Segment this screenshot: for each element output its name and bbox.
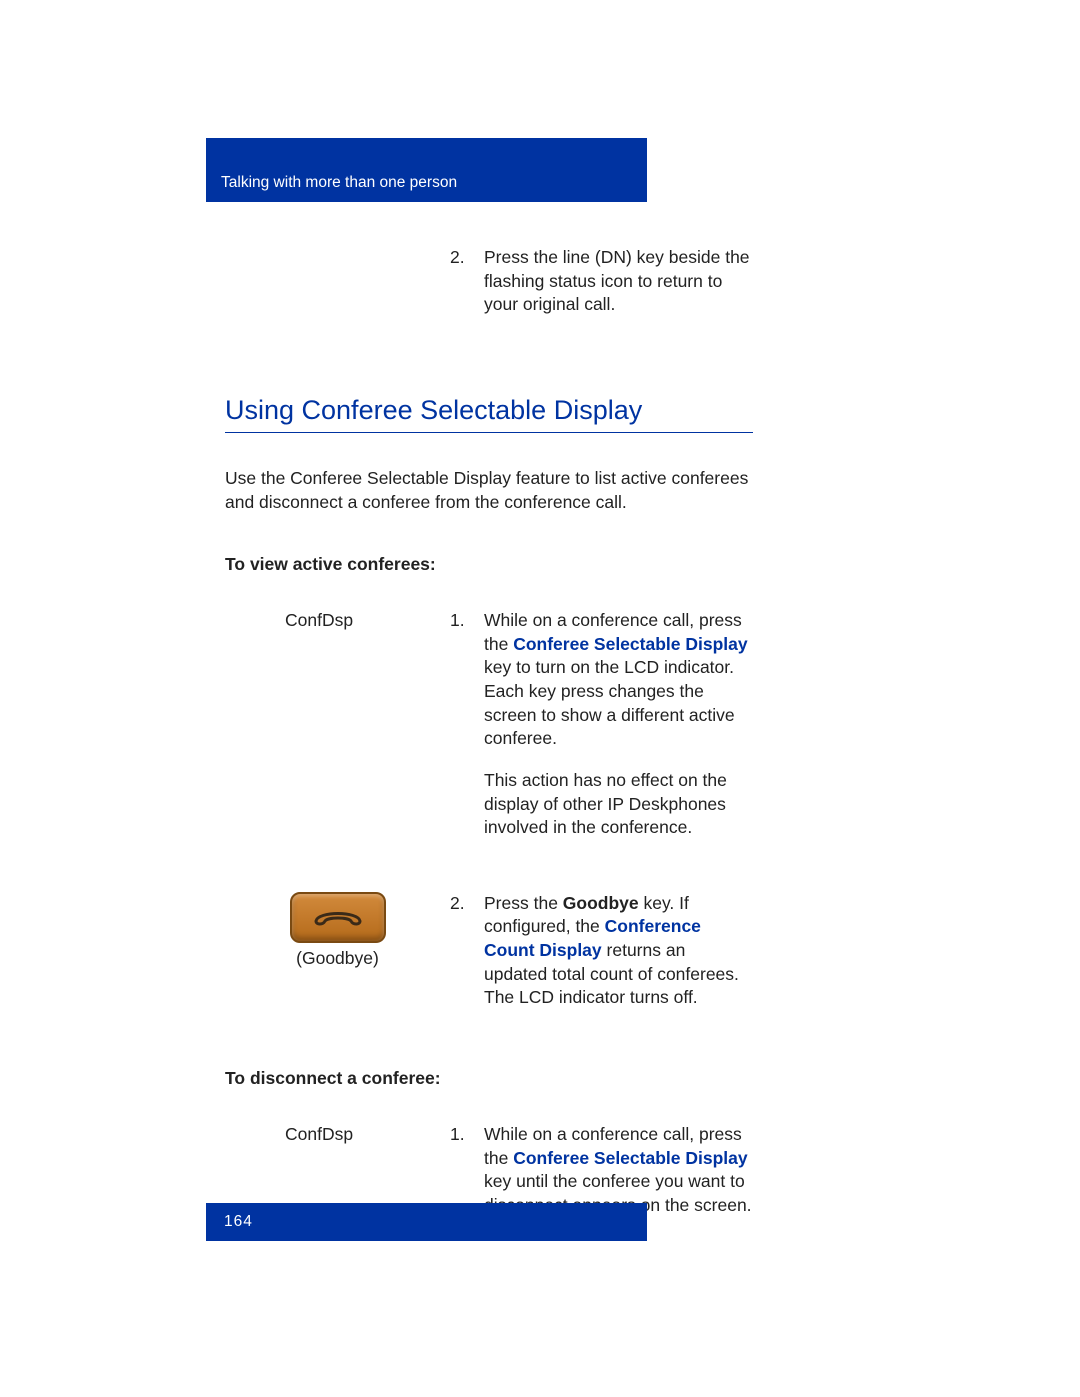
step-text: While on a conference call, press the Co… (484, 609, 753, 751)
softkey-label: ConfDsp (285, 609, 450, 633)
list-item-note: This action has no effect on the display… (450, 769, 753, 840)
chapter-title: Talking with more than one person (221, 174, 457, 192)
document-page: Talking with more than one person 2. Pre… (0, 0, 1080, 1397)
list-item: 2. Press the line (DN) key beside the fl… (450, 246, 753, 317)
header-bar: Talking with more than one person (206, 138, 647, 202)
step-text: Press the Goodbye key. If configured, th… (484, 892, 753, 1010)
list-item: 1. While on a conference call, press the… (450, 609, 753, 751)
carryover-right: 2. Press the line (DN) key beside the fl… (450, 246, 753, 335)
step-number: 2. (450, 892, 470, 1010)
section-heading: Using Conferee Selectable Display (225, 395, 753, 433)
step-note: This action has no effect on the display… (484, 769, 753, 840)
section-intro: Use the Conferee Selectable Display feat… (225, 467, 753, 514)
key-name-bold: Goodbye (563, 893, 639, 913)
goodbye-key-graphic: (Goodbye) (225, 892, 450, 971)
page-content: 2. Press the line (DN) key beside the fl… (225, 202, 753, 1235)
step-number: 2. (450, 246, 470, 317)
key-name: Conferee Selectable Display (513, 634, 747, 654)
text-segment: key to turn on the LCD indicator. Each k… (484, 657, 735, 748)
view-step2-right: 2. Press the Goodbye key. If configured,… (450, 892, 753, 1028)
page-number: 164 (224, 1213, 253, 1231)
goodbye-button-image (290, 892, 386, 943)
hangup-icon (313, 905, 363, 929)
view-step1-row: ConfDsp 1. While on a conference call, p… (225, 609, 753, 858)
view-step1-right: 1. While on a conference call, press the… (450, 609, 753, 858)
goodbye-label: (Goodbye) (296, 947, 379, 971)
softkey-label: ConfDsp (285, 1123, 450, 1147)
subheading-disconnect: To disconnect a conferee: (225, 1068, 753, 1089)
step-number: 1. (450, 609, 470, 751)
subheading-view: To view active conferees: (225, 554, 753, 575)
view-step1-left: ConfDsp (225, 609, 450, 858)
carryover-step-row: 2. Press the line (DN) key beside the fl… (225, 246, 753, 335)
carryover-left-empty (225, 246, 450, 335)
step-number-empty (450, 769, 470, 840)
view-step2-row: (Goodbye) 2. Press the Goodbye key. If c… (225, 892, 753, 1028)
text-segment: Press the (484, 893, 563, 913)
step-text: Press the line (DN) key beside the flash… (484, 246, 753, 317)
footer-bar: 164 (206, 1203, 647, 1241)
list-item: 2. Press the Goodbye key. If configured,… (450, 892, 753, 1010)
view-step2-left: (Goodbye) (225, 892, 450, 1028)
key-name: Conferee Selectable Display (513, 1148, 747, 1168)
